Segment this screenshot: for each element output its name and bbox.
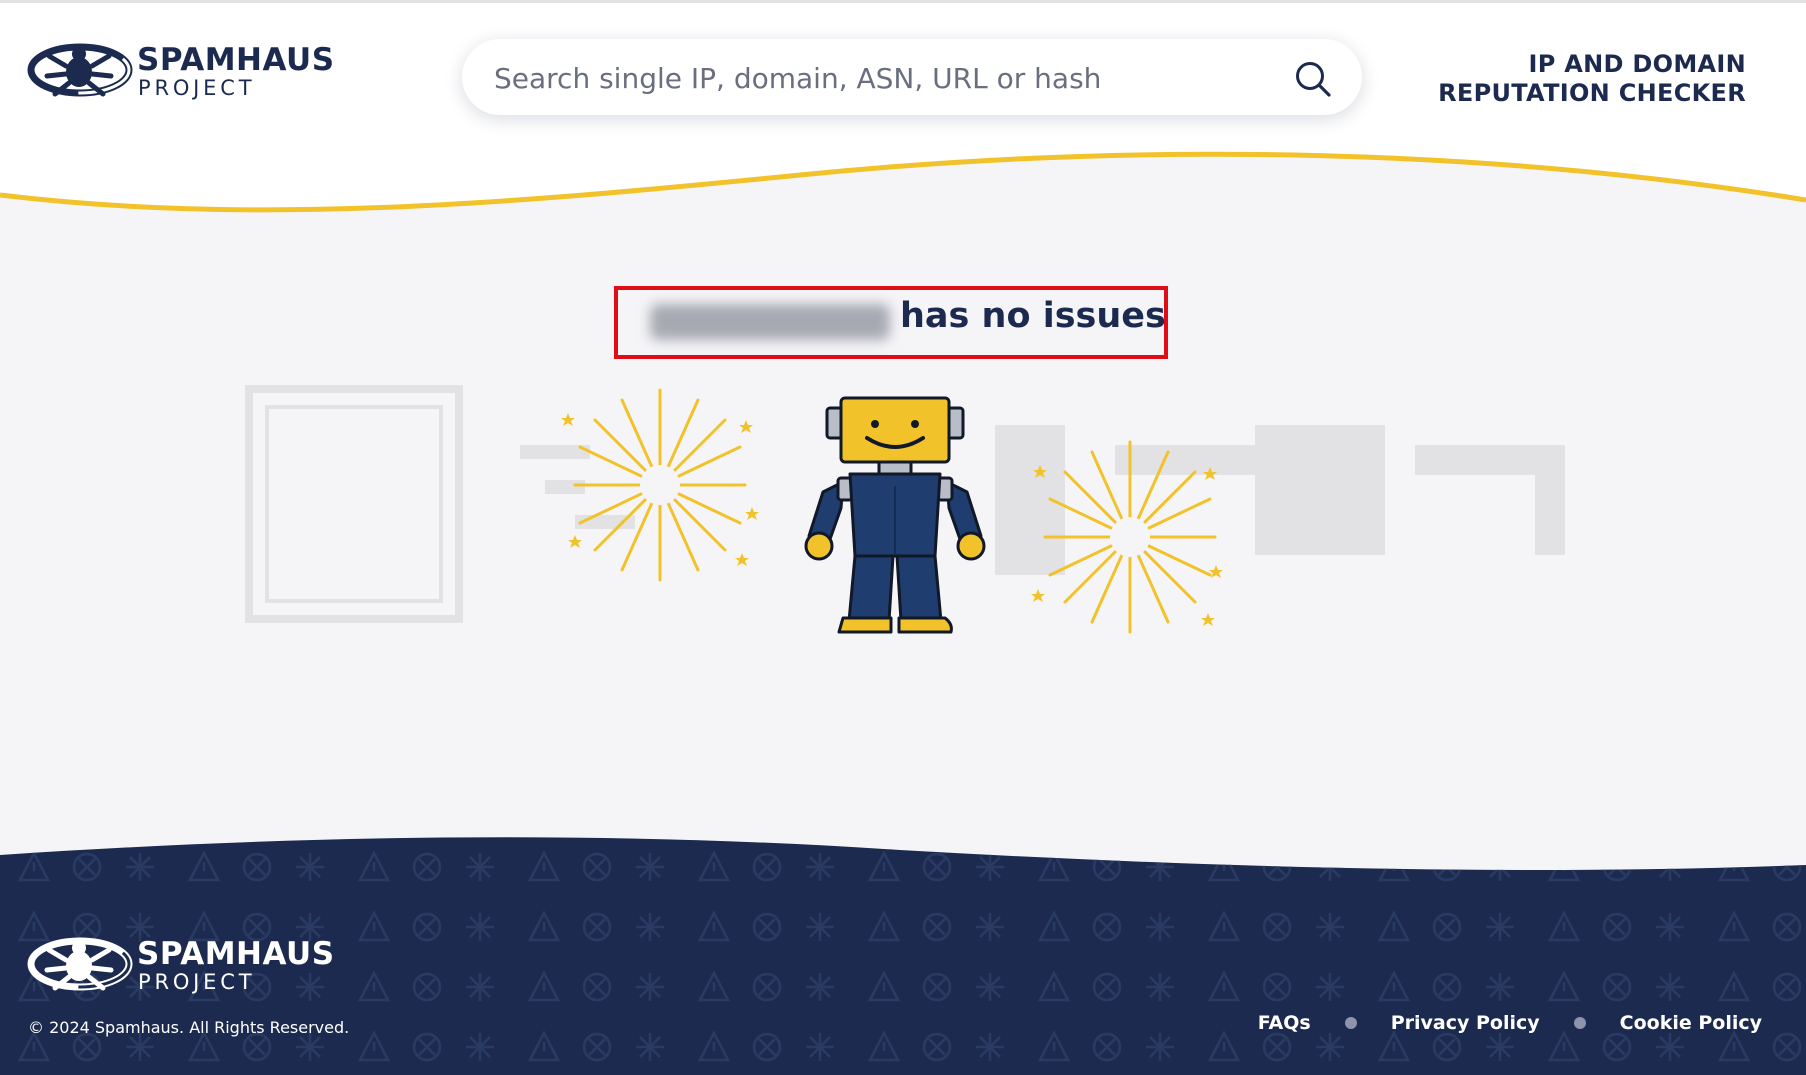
- footer-logo-name: SPAMHAUS: [137, 936, 335, 972]
- redacted-ip-address: [650, 304, 890, 340]
- separator-dot: [1344, 1017, 1357, 1029]
- logo-name: SPAMHAUS: [137, 42, 335, 78]
- robot-mascot: [804, 396, 986, 634]
- search-bar: [462, 39, 1362, 115]
- privacy-policy-link[interactable]: Privacy Policy: [1391, 1012, 1540, 1034]
- copyright-text: © 2024 Spamhaus. All Rights Reserved.: [28, 1018, 350, 1037]
- footer-logo-sub: PROJECT: [138, 970, 256, 994]
- result-status-text: has no issues: [900, 296, 1166, 336]
- logo-sub: PROJECT: [138, 76, 256, 100]
- firework-icon: [561, 388, 759, 582]
- cookie-policy-link[interactable]: Cookie Policy: [1620, 1012, 1762, 1034]
- search-input[interactable]: [492, 55, 1276, 101]
- header-wave: [0, 0, 1806, 213]
- firework-icon: [1031, 440, 1223, 634]
- spamhaus-logo[interactable]: SPAMHAUS PROJECT: [27, 38, 397, 108]
- footer-spamhaus-logo[interactable]: SPAMHAUS PROJECT: [27, 932, 397, 1002]
- top-border: [0, 0, 1806, 3]
- search-icon[interactable]: [1293, 59, 1333, 99]
- checker-title-line2: REPUTATION CHECKER: [1438, 79, 1746, 107]
- separator-dot: [1573, 1017, 1586, 1029]
- checker-title: IP AND DOMAIN REPUTATION CHECKER: [1438, 50, 1746, 108]
- footer-links: FAQs Privacy Policy Cookie Policy: [1258, 1012, 1762, 1034]
- spamhaus-logo-icon: [27, 43, 133, 97]
- spamhaus-logo-icon: [27, 937, 133, 991]
- checker-title-line1: IP AND DOMAIN: [1528, 50, 1746, 78]
- faqs-link[interactable]: FAQs: [1258, 1012, 1311, 1034]
